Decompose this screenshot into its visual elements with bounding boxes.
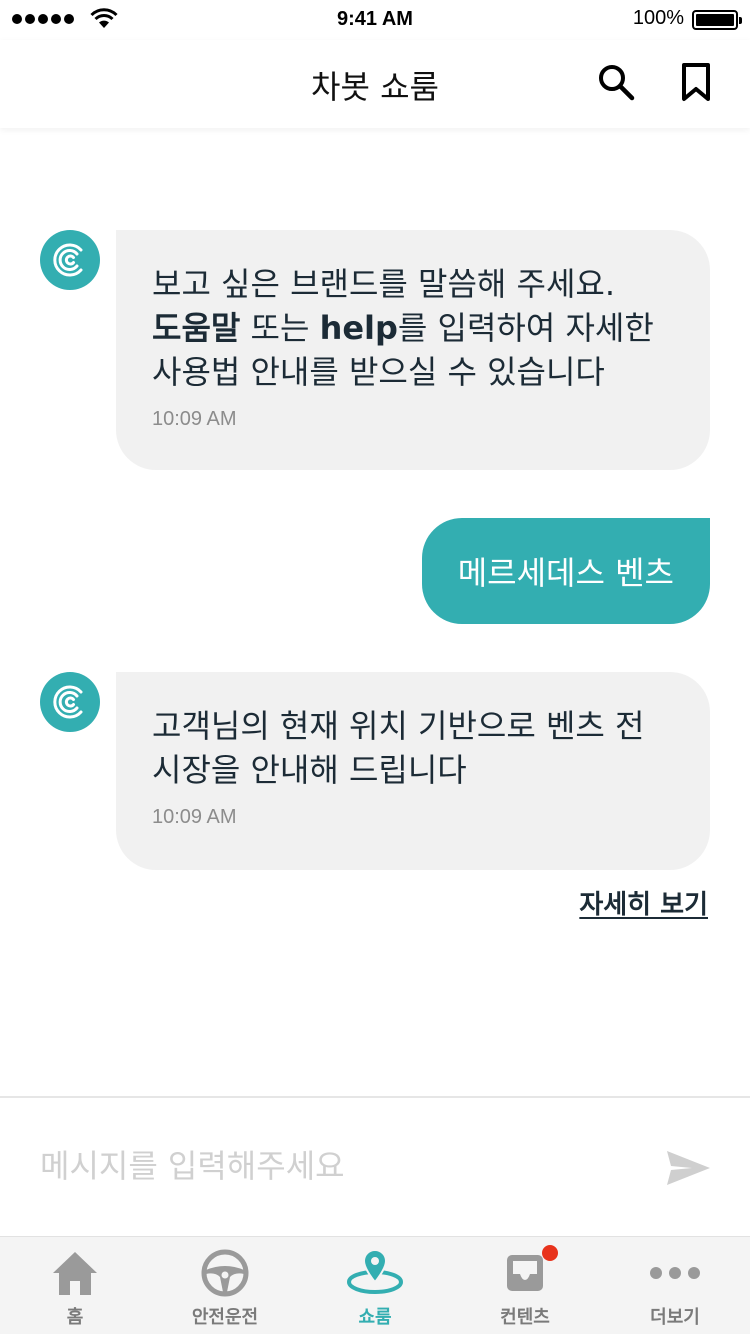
tab-label: 홈: [66, 1307, 84, 1328]
message-line: 보고 싶은 브랜드를 말씀해 주세요.: [152, 265, 616, 303]
page-title: 차봇 쇼룸: [311, 68, 439, 106]
bot-message-text: 고객님의 현재 위치 기반으로 벤츠 전 시장을 안내해 드립니다: [152, 704, 674, 792]
chatbot-avatar: [40, 230, 100, 290]
message-line: 사용법 안내를 받으실 수 있습니다: [152, 353, 605, 391]
tab-label: 더보기: [650, 1307, 700, 1328]
tab-label: 안전운전: [191, 1307, 259, 1328]
bot-message-text: 보고 싶은 브랜드를 말씀해 주세요. 도움말 또는 help를 입력하여 자세…: [152, 262, 674, 394]
message-timestamp: 10:09 AM: [152, 806, 237, 828]
steering-wheel-icon: [201, 1249, 249, 1297]
message-line: 시장을 안내해 드립니다: [152, 751, 467, 789]
tab-safe-driving[interactable]: 안전운전: [150, 1237, 300, 1334]
tab-contents[interactable]: 컨텐츠: [450, 1237, 600, 1334]
tab-more[interactable]: 더보기: [600, 1237, 750, 1334]
message-input[interactable]: [40, 1142, 640, 1190]
tab-showroom[interactable]: 쇼룸: [300, 1237, 450, 1334]
help-keyword-english: help: [319, 309, 398, 347]
search-icon: [599, 65, 635, 101]
message-input-bar: [0, 1096, 750, 1236]
chatbot-avatar: [40, 672, 100, 732]
tab-label: 컨텐츠: [500, 1307, 550, 1328]
send-button[interactable]: [664, 1148, 712, 1188]
chatbot-icon: [53, 243, 83, 277]
bottom-tab-bar: 홈 안전운전 쇼룸 컨텐츠 더보기: [0, 1236, 750, 1334]
status-bar: 9:41 AM 100%: [0, 0, 750, 40]
bookmark-button[interactable]: [676, 62, 716, 102]
view-details-link[interactable]: 자세히 보기: [579, 884, 708, 921]
message-line: 도움말 또는 help를 입력하여 자세한: [152, 309, 654, 347]
tab-home[interactable]: 홈: [0, 1237, 150, 1334]
user-message-bubble: 메르세데스 벤츠: [421, 518, 710, 624]
battery-icon: [692, 10, 742, 30]
tab-label: 쇼룸: [358, 1307, 392, 1328]
app-header: 차봇 쇼룸: [0, 40, 750, 128]
location-pin-icon: [347, 1248, 403, 1294]
notification-badge: [542, 1245, 558, 1261]
help-keyword-korean: 도움말: [152, 309, 241, 347]
bot-message-bubble: 고객님의 현재 위치 기반으로 벤츠 전 시장을 안내해 드립니다 10:09 …: [116, 672, 710, 870]
inbox-icon: [507, 1255, 543, 1291]
message-line: 고객님의 현재 위치 기반으로 벤츠 전: [152, 707, 645, 745]
search-button[interactable]: [596, 62, 636, 102]
more-icon: [650, 1267, 700, 1279]
home-icon: [53, 1252, 97, 1295]
battery-percentage: 100%: [632, 7, 684, 29]
chatbot-icon: [53, 685, 83, 719]
send-icon: [667, 1151, 710, 1185]
user-message-text: 메르세데스 벤츠: [457, 554, 674, 592]
bookmark-icon: [682, 63, 710, 101]
bot-message-bubble: 보고 싶은 브랜드를 말씀해 주세요. 도움말 또는 help를 입력하여 자세…: [116, 230, 710, 470]
message-timestamp: 10:09 AM: [152, 408, 237, 430]
